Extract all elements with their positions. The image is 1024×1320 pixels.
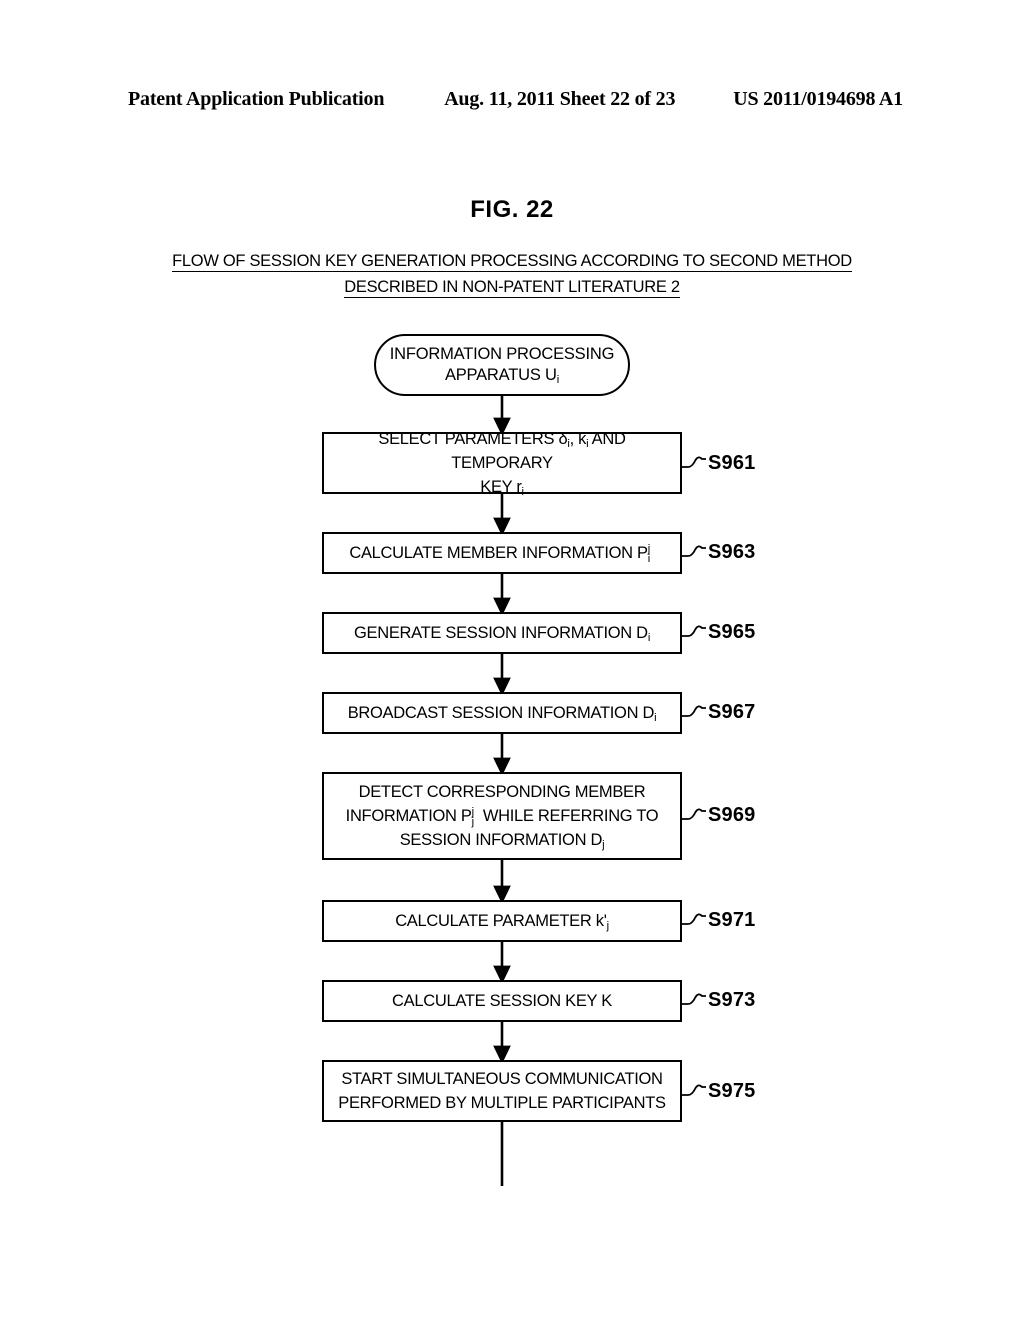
step-ref-s965: S965 bbox=[682, 621, 756, 644]
flow-step-box-s975[interactable]: START SIMULTANEOUS COMMUNICATION PERFORME… bbox=[322, 1060, 682, 1122]
flowchart: INFORMATION PROCESSING APPARATUS Ui SELE… bbox=[0, 0, 1024, 1320]
leader-squiggle-icon bbox=[682, 993, 706, 1005]
leader-squiggle-icon bbox=[682, 808, 706, 820]
flow-step-box-s967[interactable]: BROADCAST SESSION INFORMATION Di bbox=[322, 692, 682, 734]
step-ref-label: S969 bbox=[708, 804, 756, 826]
flow-start-node-line-1: INFORMATION PROCESSING bbox=[389, 345, 615, 363]
step-ref-s975: S975 bbox=[682, 1080, 756, 1103]
flow-start-node-text: INFORMATION PROCESSING APPARATUS Ui bbox=[389, 344, 615, 387]
flow-step-text-s975: START SIMULTANEOUS COMMUNICATION PERFORME… bbox=[338, 1070, 666, 1112]
flow-step-text-s971: CALCULATE PARAMETER k'j bbox=[395, 912, 609, 933]
flow-start-node[interactable]: INFORMATION PROCESSING APPARATUS Ui bbox=[374, 334, 630, 396]
step-ref-label: S975 bbox=[708, 1080, 756, 1102]
step-ref-s969: S969 bbox=[682, 804, 756, 827]
step-ref-label: S967 bbox=[708, 701, 756, 723]
flow-step-text-s967: BROADCAST SESSION INFORMATION Di bbox=[347, 704, 657, 725]
flow-step-text-s969: DETECT CORRESPONDING MEMBER INFORMATION P… bbox=[345, 783, 659, 852]
step-ref-s961: S961 bbox=[682, 452, 756, 475]
flow-connectors bbox=[493, 396, 511, 1186]
step-ref-label: S971 bbox=[708, 909, 756, 931]
step-ref-label: S973 bbox=[708, 989, 756, 1011]
step-ref-s973: S973 bbox=[682, 989, 756, 1012]
flow-step-box-s965[interactable]: GENERATE SESSION INFORMATION Di bbox=[322, 612, 682, 654]
flow-step-text-s965: GENERATE SESSION INFORMATION Di bbox=[353, 624, 651, 645]
flow-start-node-line-2-subscript: i bbox=[556, 374, 560, 387]
flow-step-text-s961: SELECT PARAMETERS δi, ki AND TEMPORARY KE… bbox=[378, 430, 626, 499]
step-ref-s967: S967 bbox=[682, 701, 756, 724]
leader-squiggle-icon bbox=[682, 545, 706, 557]
flow-step-box-s969[interactable]: DETECT CORRESPONDING MEMBER INFORMATION P… bbox=[322, 772, 682, 860]
flow-step-text-s963: CALCULATE MEMBER INFORMATION Pji bbox=[349, 542, 650, 566]
flow-step-box-s963[interactable]: CALCULATE MEMBER INFORMATION Pji bbox=[322, 532, 682, 574]
step-ref-label: S961 bbox=[708, 452, 756, 474]
leader-squiggle-icon bbox=[682, 913, 706, 925]
leader-squiggle-icon bbox=[682, 456, 706, 468]
flow-step-text-s973: CALCULATE SESSION KEY K bbox=[392, 992, 612, 1010]
flow-step-box-s973[interactable]: CALCULATE SESSION KEY K bbox=[322, 980, 682, 1022]
step-ref-label: S963 bbox=[708, 541, 756, 563]
flow-start-node-line-2-prefix: APPARATUS U bbox=[444, 366, 557, 384]
leader-squiggle-icon bbox=[682, 1084, 706, 1096]
flow-step-box-s971[interactable]: CALCULATE PARAMETER k'j bbox=[322, 900, 682, 942]
step-ref-label: S965 bbox=[708, 621, 756, 643]
leader-squiggle-icon bbox=[682, 625, 706, 637]
flow-step-box-s961[interactable]: SELECT PARAMETERS δi, ki AND TEMPORARY KE… bbox=[322, 430, 682, 498]
step-ref-s963: S963 bbox=[682, 541, 756, 564]
step-ref-s971: S971 bbox=[682, 909, 756, 932]
leader-squiggle-icon bbox=[682, 705, 706, 717]
